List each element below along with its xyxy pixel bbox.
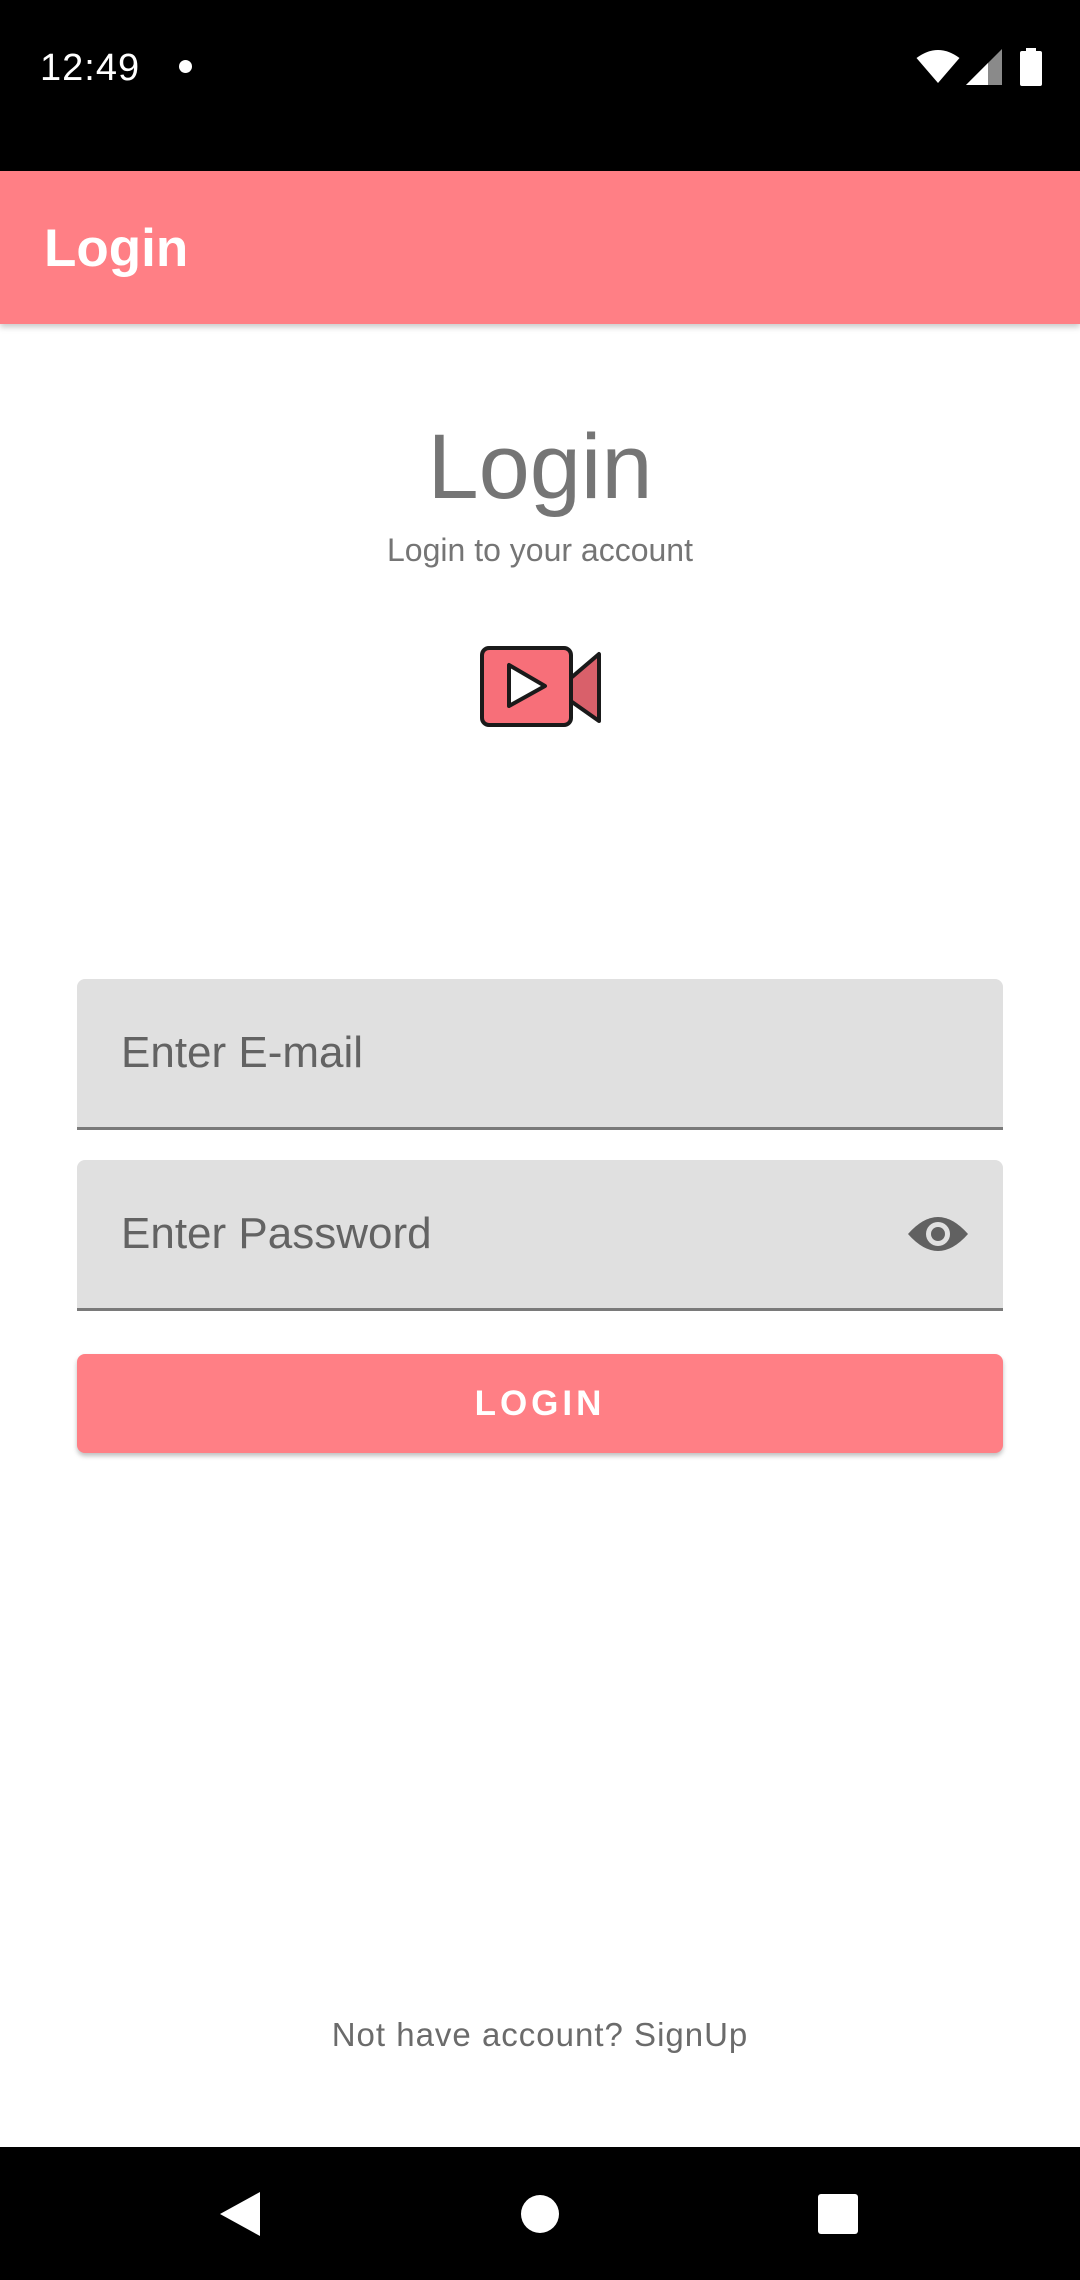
eye-icon <box>908 1217 968 1251</box>
status-bar: 12:49 <box>0 0 1080 171</box>
nav-home-button[interactable] <box>505 2179 575 2249</box>
app-bar-title: Login <box>44 219 189 278</box>
email-field[interactable] <box>77 979 1003 1130</box>
status-time: 12:49 <box>40 47 141 89</box>
notification-dot-icon <box>179 60 192 73</box>
video-camera-play-icon <box>480 646 601 727</box>
login-screen: 12:49 Login Login Login to your account <box>0 0 1080 2280</box>
signal-icon <box>966 49 1002 85</box>
login-button[interactable]: LOGIN <box>77 1354 1003 1453</box>
app-bar: Login <box>0 171 1080 324</box>
email-input[interactable] <box>121 979 921 1127</box>
page-title: Login <box>427 416 653 518</box>
nav-recents-button[interactable] <box>803 2179 873 2249</box>
back-icon <box>220 2192 260 2236</box>
wifi-icon <box>916 50 960 83</box>
home-icon <box>521 2195 559 2233</box>
status-icons <box>916 46 1042 88</box>
navigation-bar <box>0 2147 1080 2280</box>
signup-link[interactable]: Not have account? SignUp <box>0 2014 1080 2056</box>
page-subtitle: Login to your account <box>387 532 693 568</box>
nav-back-button[interactable] <box>205 2179 275 2249</box>
battery-icon <box>1020 48 1042 86</box>
password-visibility-toggle[interactable] <box>907 1203 969 1265</box>
password-field[interactable] <box>77 1160 1003 1311</box>
password-input[interactable] <box>121 1160 921 1308</box>
recents-icon <box>818 2194 858 2234</box>
